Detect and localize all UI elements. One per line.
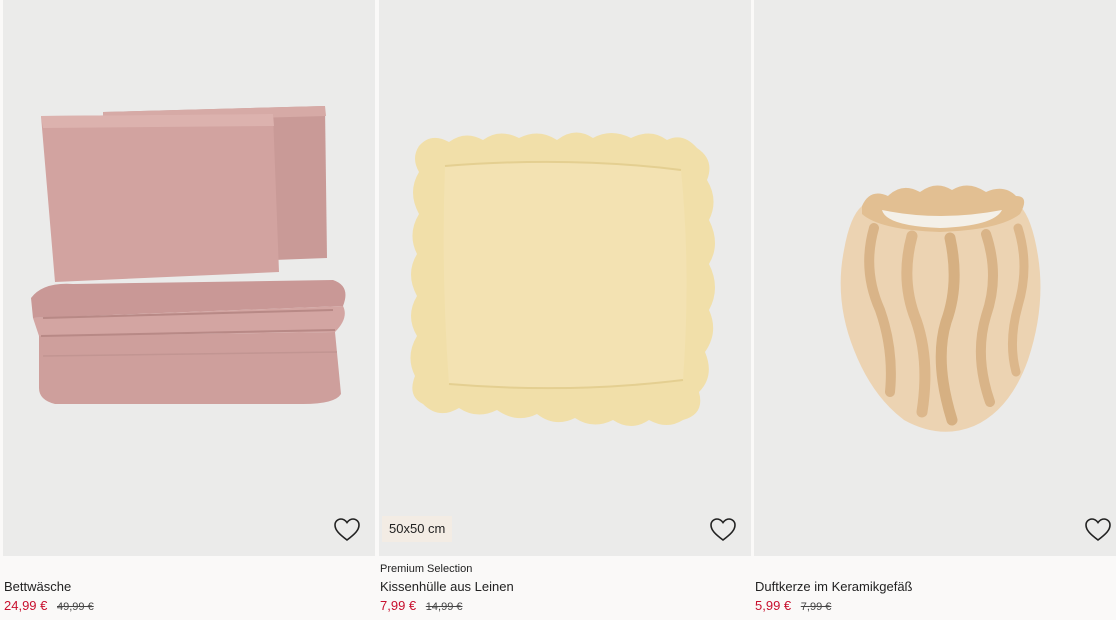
product-image[interactable] — [3, 0, 375, 556]
heart-outline-icon — [710, 518, 736, 542]
product-marker — [755, 562, 1116, 576]
original-price: 49,99 € — [57, 601, 94, 613]
price-row: 5,99 € 7,99 € — [755, 598, 1116, 615]
wishlist-button[interactable] — [1084, 516, 1112, 544]
product-image[interactable]: 50x50 cm — [379, 0, 751, 556]
product-info: Bettwäsche 24,99 € 49,99 € — [4, 562, 374, 615]
product-info: Duftkerze im Keramikgefäß 5,99 € 7,99 € — [755, 562, 1116, 615]
product-info: Premium Selection Kissenhülle aus Leinen… — [380, 562, 750, 615]
product-marker: Premium Selection — [380, 563, 473, 575]
product-image[interactable] — [754, 0, 1116, 556]
heart-outline-icon — [334, 518, 360, 542]
product-card-kissenhuelle[interactable]: 50x50 cm Premium Selection Kissenhülle a… — [379, 0, 751, 620]
price-row: 7,99 € 14,99 € — [380, 598, 750, 615]
product-title[interactable]: Bettwäsche — [4, 578, 374, 596]
sale-price: 7,99 € — [380, 598, 417, 613]
original-price: 7,99 € — [800, 601, 832, 613]
product-card-duftkerze[interactable]: Duftkerze im Keramikgefäß 5,99 € 7,99 € — [754, 0, 1116, 620]
candle-illustration — [754, 0, 1116, 556]
heart-outline-icon — [1085, 518, 1111, 542]
product-card-bettwaesche[interactable]: Bettwäsche 24,99 € 49,99 € — [3, 0, 375, 620]
product-title[interactable]: Duftkerze im Keramikgefäß — [755, 578, 1116, 596]
wishlist-button[interactable] — [333, 516, 361, 544]
price-row: 24,99 € 49,99 € — [4, 598, 374, 615]
product-grid: Bettwäsche 24,99 € 49,99 € 50x50 cm Prem… — [0, 0, 1116, 620]
sale-price: 24,99 € — [4, 598, 48, 613]
wishlist-button[interactable] — [709, 516, 737, 544]
original-price: 14,99 € — [425, 601, 463, 613]
cushion-illustration — [379, 0, 751, 556]
size-badge: 50x50 cm — [382, 516, 453, 542]
product-marker — [4, 562, 374, 576]
product-title[interactable]: Kissenhülle aus Leinen — [380, 578, 750, 596]
bedding-illustration — [3, 0, 375, 556]
sale-price: 5,99 € — [755, 598, 792, 613]
